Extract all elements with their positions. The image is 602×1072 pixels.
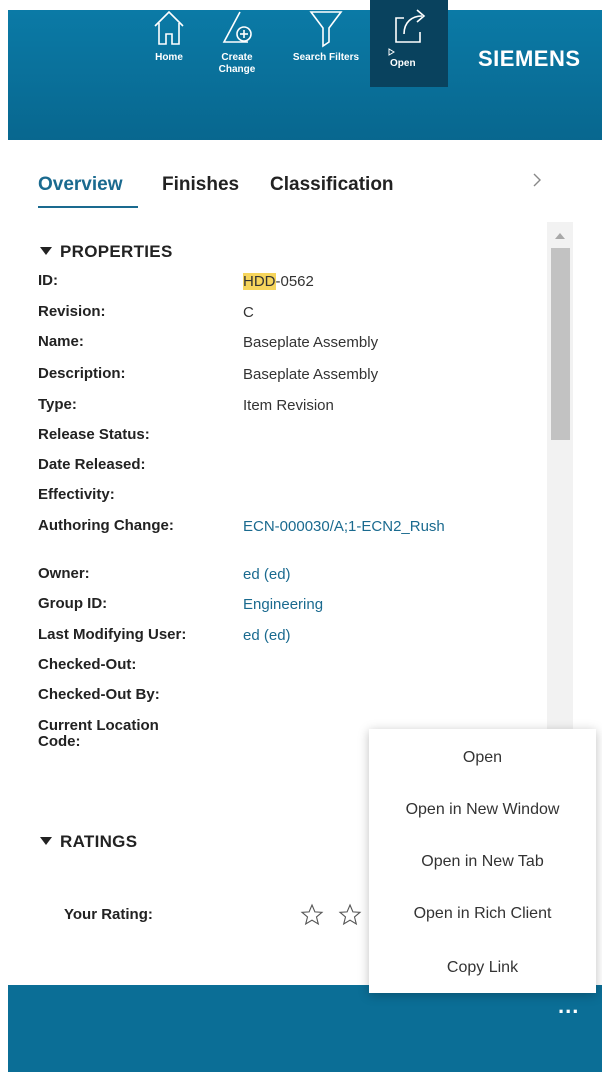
- create-change-icon: [222, 11, 252, 43]
- create-change-label-line1: Create: [221, 52, 253, 63]
- menu-item-copy-link[interactable]: Copy Link: [369, 959, 596, 977]
- prop-label-last-modifying-user: Last Modifying User:: [38, 626, 187, 643]
- siemens-logo: SIEMENS: [478, 46, 581, 71]
- active-tab-indicator: [38, 206, 138, 208]
- cursor-icon: [388, 48, 395, 56]
- tab-bar: Overview Finishes Classification: [38, 174, 558, 210]
- prop-value-revision: C: [243, 304, 254, 321]
- more-options-icon[interactable]: ...: [558, 993, 579, 1019]
- scrollbar-thumb[interactable]: [551, 248, 570, 440]
- collapse-triangle-icon: [40, 247, 52, 255]
- chevron-right-icon[interactable]: [530, 172, 544, 188]
- prop-label-type: Type:: [38, 396, 77, 413]
- prop-value-id: HDD-0562: [243, 273, 314, 290]
- search-filters-button[interactable]: Search Filters: [284, 0, 368, 87]
- prop-label-group-id: Group ID:: [38, 595, 108, 612]
- prop-label-date-released: Date Released:: [38, 456, 146, 473]
- open-context-menu: Open Open in New Window Open in New Tab …: [369, 729, 596, 993]
- tab-overview[interactable]: Overview: [38, 174, 123, 196]
- star-icon[interactable]: [300, 903, 324, 927]
- bottom-toolbar: [8, 985, 602, 1072]
- prop-value-id-rest: -0562: [275, 273, 314, 290]
- authoring-change-link[interactable]: ECN-000030/A;1-ECN2_Rush: [243, 518, 445, 535]
- tab-classification[interactable]: Classification: [270, 174, 394, 196]
- prop-label-release-status: Release Status:: [38, 426, 150, 443]
- prop-value-type: Item Revision: [243, 397, 334, 414]
- search-highlight: HDD: [243, 273, 276, 290]
- star-icon[interactable]: [338, 903, 362, 927]
- prop-value-name: Baseplate Assembly: [243, 334, 379, 351]
- menu-item-open-new-tab[interactable]: Open in New Tab: [369, 853, 596, 871]
- last-modifying-user-link[interactable]: ed (ed): [243, 627, 291, 644]
- open-icon: [395, 9, 426, 43]
- menu-item-open-new-window[interactable]: Open in New Window: [369, 801, 596, 819]
- prop-label-id: ID:: [38, 272, 58, 289]
- group-id-link[interactable]: Engineering: [243, 596, 323, 613]
- ratings-title: RATINGS: [60, 832, 138, 851]
- home-button[interactable]: Home: [138, 0, 200, 87]
- collapse-triangle-icon: [40, 837, 52, 845]
- open-label: Open: [390, 58, 416, 69]
- prop-value-description: Baseplate Assembly: [243, 366, 379, 383]
- prop-label-authoring-change: Authoring Change:: [38, 517, 174, 534]
- search-filters-label: Search Filters: [292, 52, 360, 63]
- menu-item-open-rich-client[interactable]: Open in Rich Client: [369, 905, 596, 923]
- prop-label-checked-out: Checked-Out:: [38, 656, 137, 673]
- owner-link[interactable]: ed (ed): [243, 566, 291, 583]
- prop-label-current-location-code: Current Location Code:: [38, 717, 159, 750]
- filter-icon: [309, 11, 343, 48]
- prop-label-name: Name:: [38, 333, 84, 350]
- home-icon: [154, 10, 184, 45]
- create-change-label-line2: Change: [218, 64, 256, 75]
- ratings-section-header[interactable]: RATINGS: [40, 832, 137, 852]
- scroll-up-arrow-icon[interactable]: [554, 232, 566, 240]
- prop-label-owner: Owner:: [38, 565, 90, 582]
- menu-item-open[interactable]: Open: [369, 749, 596, 767]
- prop-label-revision: Revision:: [38, 303, 106, 320]
- home-label: Home: [155, 52, 183, 63]
- your-rating-label: Your Rating:: [64, 906, 153, 923]
- prop-label-description: Description:: [38, 365, 126, 382]
- prop-label-effectivity: Effectivity:: [38, 486, 115, 503]
- tab-finishes[interactable]: Finishes: [162, 174, 239, 196]
- properties-section-header[interactable]: PROPERTIES: [40, 242, 173, 262]
- prop-label-checked-out-by: Checked-Out By:: [38, 686, 160, 703]
- open-button[interactable]: Open: [370, 0, 448, 87]
- properties-title: PROPERTIES: [60, 242, 173, 261]
- create-change-button[interactable]: Create Change: [210, 0, 264, 87]
